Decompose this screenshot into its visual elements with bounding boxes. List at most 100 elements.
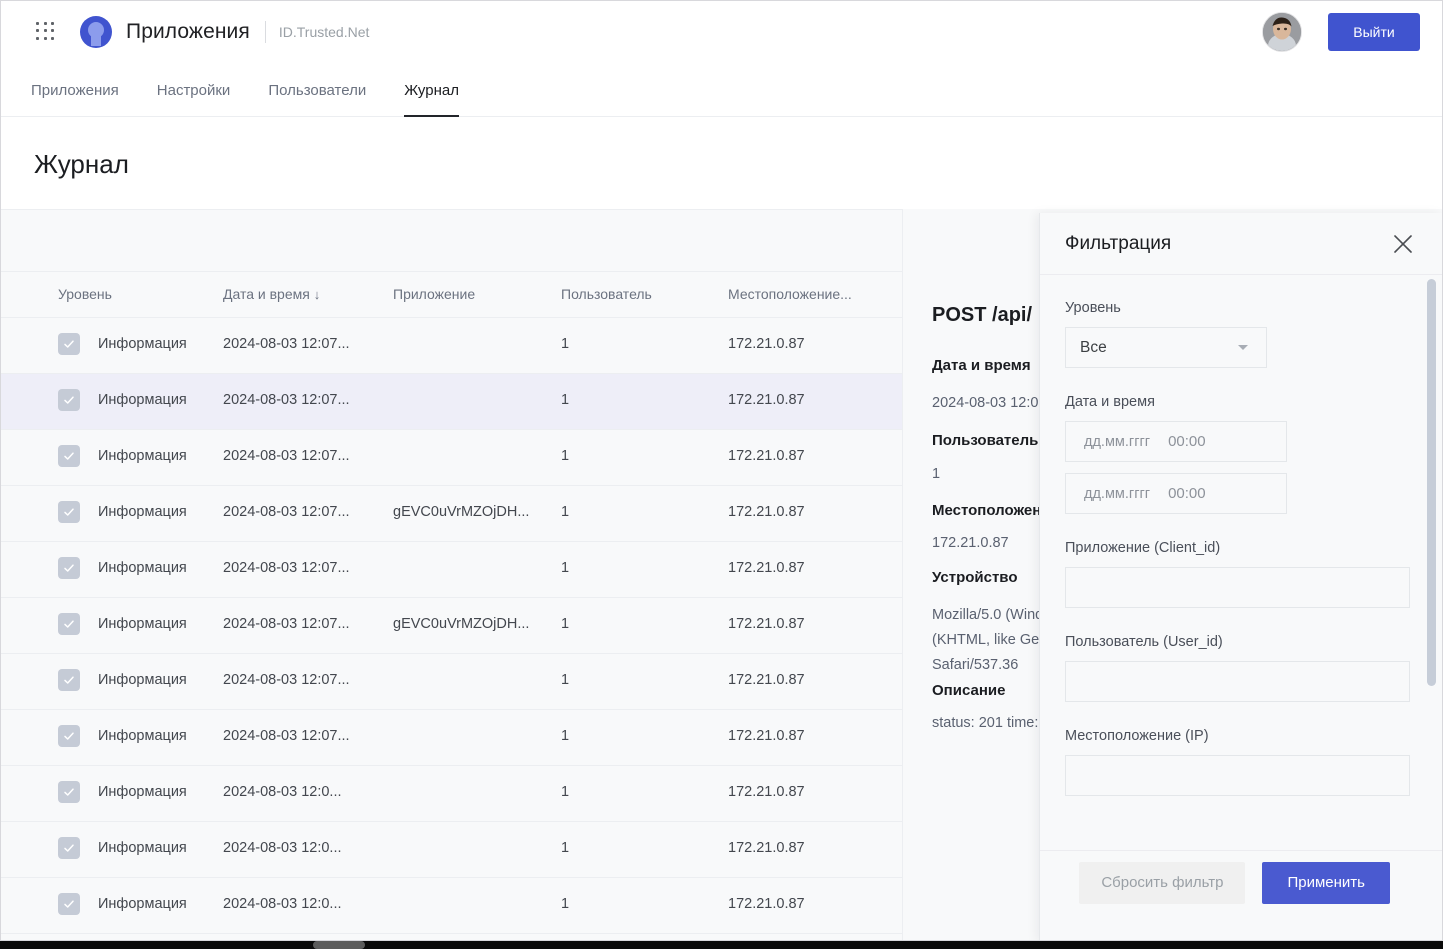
- row-location: 172.21.0.87: [728, 840, 805, 856]
- filter-group-datetime: Дата и время дд.мм.гггг 00:00 дд.мм.гггг…: [1065, 394, 1408, 514]
- filter-drawer-scrollbar-thumb[interactable]: [1427, 279, 1436, 686]
- table-header-row: Уровень Дата и время ↓ Приложение Пользо…: [1, 271, 902, 318]
- table-row[interactable]: Информация 2024-08-03 12:07... 1 172.21.0.8…: [1, 654, 902, 710]
- filter-datetime-from[interactable]: дд.мм.гггг 00:00: [1065, 421, 1287, 462]
- row-location: 172.21.0.87: [728, 336, 805, 352]
- row-user: 1: [561, 448, 570, 464]
- row-location: 172.21.0.87: [728, 672, 805, 688]
- tab-settings[interactable]: Настройки: [157, 62, 231, 116]
- tab-journal[interactable]: Журнал: [404, 62, 459, 117]
- reset-filter-button[interactable]: Сбросить фильтр: [1079, 861, 1246, 904]
- apps-grid-icon[interactable]: [36, 21, 56, 42]
- row-level: Информация: [98, 784, 187, 800]
- row-checkbox[interactable]: [58, 613, 80, 635]
- column-header-level[interactable]: Уровень: [58, 286, 112, 302]
- detail-label-device: Устройство: [932, 569, 1018, 586]
- row-location: 172.21.0.87: [728, 504, 805, 520]
- row-checkbox[interactable]: [58, 669, 80, 691]
- table-row[interactable]: Информация 2024-08-03 12:07... gEVC0uVrMZO…: [1, 486, 902, 542]
- row-checkbox[interactable]: [58, 781, 80, 803]
- row-location: 172.21.0.87: [728, 728, 805, 744]
- row-checkbox[interactable]: [58, 389, 80, 411]
- row-level: Информация: [98, 336, 187, 352]
- browser-horizontal-scrollbar[interactable]: [0, 941, 1443, 949]
- filter-label-datetime: Дата и время: [1065, 394, 1155, 410]
- tab-users[interactable]: Пользователи: [268, 62, 366, 116]
- row-checkbox[interactable]: [58, 501, 80, 523]
- brand-title: Приложения: [126, 19, 250, 43]
- brand: Приложения ID.Trusted.Net: [80, 15, 370, 48]
- tab-applications[interactable]: Приложения: [31, 62, 119, 116]
- row-datetime: 2024-08-03 12:07...: [223, 392, 350, 408]
- row-location: 172.21.0.87: [728, 896, 805, 912]
- row-user: 1: [561, 784, 570, 800]
- brand-divider: [264, 20, 266, 43]
- table-row[interactable]: Информация 2024-08-03 12:0... 1 172.21.0.87: [1, 822, 902, 878]
- row-user: 1: [561, 616, 570, 632]
- row-datetime: 2024-08-03 12:0...: [223, 896, 342, 912]
- filter-client-id-input[interactable]: [1065, 567, 1410, 608]
- table-row[interactable]: Информация 2024-08-03 12:07... gEVC0uVrMZO…: [1, 598, 902, 654]
- browser-horizontal-scrollbar-thumb[interactable]: [313, 941, 365, 949]
- row-datetime: 2024-08-03 12:07...: [223, 672, 350, 688]
- row-level: Информация: [98, 616, 187, 632]
- row-location: 172.21.0.87: [728, 560, 805, 576]
- avatar[interactable]: [1262, 11, 1302, 52]
- filter-user-id-input[interactable]: [1065, 661, 1410, 702]
- table-row[interactable]: Информация 2024-08-03 12:0... 1 172.21.0.87: [1, 766, 902, 822]
- column-header-user[interactable]: Пользователь: [561, 286, 652, 302]
- table-row[interactable]: Информация 2024-08-03 12:0... 1 172.21.0.87: [1, 878, 902, 934]
- page-title: Журнал: [34, 149, 129, 179]
- row-datetime: 2024-08-03 12:07...: [223, 336, 350, 352]
- row-datetime: 2024-08-03 12:07...: [223, 616, 350, 632]
- table-row[interactable]: Информация 2024-08-03 12:07... 1 172.21.0.8…: [1, 318, 902, 374]
- row-level: Информация: [98, 896, 187, 912]
- table-row[interactable]: Информация 2024-08-03 12:07... 1 172.21.0.8…: [1, 710, 902, 766]
- filter-datetime-from-date: дд.мм.гггг: [1084, 433, 1151, 450]
- row-application: gEVC0uVrMZOjDH...: [393, 616, 530, 632]
- detail-label-datetime: Дата и время: [932, 357, 1031, 374]
- filter-datetime-to-date: дд.мм.гггг: [1084, 485, 1151, 502]
- row-level: Информация: [98, 728, 187, 744]
- table-row[interactable]: Информация 2024-08-03 12:07... 1 172.21.0.8…: [1, 430, 902, 486]
- apply-filter-button[interactable]: Применить: [1262, 861, 1390, 904]
- table-row[interactable]: Информация 2024-08-03 12:07... 1 172.21.0.8…: [1, 374, 902, 430]
- row-user: 1: [561, 560, 570, 576]
- detail-label-description: Описание: [932, 682, 1006, 699]
- filter-datetime-to[interactable]: дд.мм.гггг 00:00: [1065, 473, 1287, 514]
- row-checkbox[interactable]: [58, 333, 80, 355]
- row-user: 1: [561, 336, 570, 352]
- row-checkbox[interactable]: [58, 557, 80, 579]
- row-checkbox[interactable]: [58, 837, 80, 859]
- logout-button[interactable]: Выйти: [1328, 12, 1420, 51]
- column-header-datetime[interactable]: Дата и время ↓: [223, 286, 320, 302]
- detail-label-location: Местоположен: [932, 502, 1042, 519]
- chevron-down-icon: [1238, 345, 1248, 350]
- filter-datetime-from-time: 00:00: [1168, 433, 1206, 450]
- row-level: Информация: [98, 672, 187, 688]
- filter-ip-input[interactable]: [1065, 755, 1410, 796]
- filter-level-select[interactable]: Все: [1065, 327, 1267, 368]
- row-checkbox[interactable]: [58, 725, 80, 747]
- table-row[interactable]: Информация 2024-08-03 12:07... 1 172.21.0.8…: [1, 542, 902, 598]
- close-icon[interactable]: [1392, 233, 1414, 255]
- row-location: 172.21.0.87: [728, 784, 805, 800]
- brand-subtitle: ID.Trusted.Net: [278, 23, 370, 40]
- row-level: Информация: [98, 392, 187, 408]
- filter-label-level: Уровень: [1065, 300, 1121, 316]
- column-header-location[interactable]: Местоположение...: [728, 286, 852, 302]
- filter-group-level: Уровень Все: [1065, 300, 1408, 368]
- column-header-application[interactable]: Приложение: [393, 286, 475, 302]
- row-checkbox[interactable]: [58, 445, 80, 467]
- row-datetime: 2024-08-03 12:07...: [223, 504, 350, 520]
- filter-drawer-scrollbar[interactable]: [1427, 279, 1436, 879]
- filter-label-user-id: Пользователь (User_id): [1065, 634, 1223, 650]
- filter-label-client-id: Приложение (Client_id): [1065, 540, 1221, 556]
- sort-descending-icon: ↓: [313, 287, 321, 302]
- row-level: Информация: [98, 504, 187, 520]
- row-location: 172.21.0.87: [728, 616, 805, 632]
- row-user: 1: [561, 392, 570, 408]
- row-checkbox[interactable]: [58, 893, 80, 915]
- detail-value-description: status: 201 time:: [932, 715, 1039, 731]
- application-window: Приложения ID.Trusted.Net Выйти Приложен…: [0, 0, 1443, 941]
